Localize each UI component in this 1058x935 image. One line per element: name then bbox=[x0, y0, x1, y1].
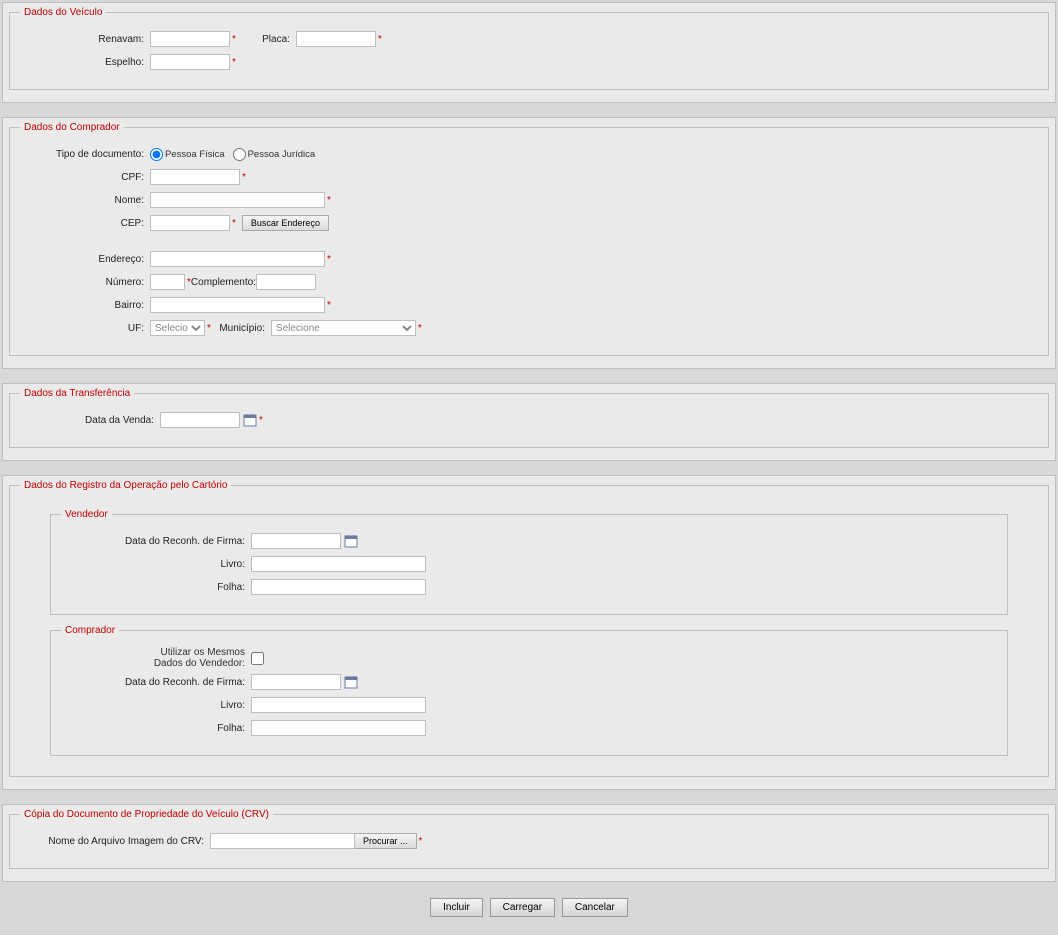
veiculo-legend: Dados do Veículo bbox=[20, 7, 106, 18]
cep-input[interactable] bbox=[150, 215, 230, 231]
nome-label: Nome: bbox=[20, 195, 150, 206]
vendedor-legend: Vendedor bbox=[61, 509, 112, 520]
bairro-input[interactable] bbox=[150, 297, 325, 313]
cep-label: CEP: bbox=[20, 218, 150, 229]
vend-livro-label: Livro: bbox=[61, 559, 251, 570]
vend-livro-input[interactable] bbox=[251, 556, 426, 572]
required-marker: * bbox=[259, 415, 263, 426]
cancelar-button[interactable]: Cancelar bbox=[562, 898, 628, 917]
bairro-label: Bairro: bbox=[20, 300, 150, 311]
complemento-label: Complemento: bbox=[191, 277, 256, 288]
transferencia-legend: Dados da Transferência bbox=[20, 388, 134, 399]
crv-arquivo-label: Nome do Arquivo Imagem do CRV: bbox=[20, 836, 210, 847]
vend-data-reconh-label: Data do Reconh. de Firma: bbox=[61, 536, 251, 547]
mesmos-dados-label: Utilizar os Mesmos Dados do Vendedor: bbox=[61, 647, 251, 669]
procurar-button[interactable]: Procurar ... bbox=[355, 833, 417, 849]
cpf-input[interactable] bbox=[150, 169, 240, 185]
pj-radio-label[interactable]: Pessoa Jurídica bbox=[233, 149, 316, 160]
uf-select[interactable]: Selecione bbox=[150, 320, 205, 336]
calendar-icon[interactable] bbox=[344, 534, 358, 548]
vend-folha-label: Folha: bbox=[61, 582, 251, 593]
comp-data-reconh-input[interactable] bbox=[251, 674, 341, 690]
incluir-button[interactable]: Incluir bbox=[430, 898, 483, 917]
calendar-icon[interactable] bbox=[344, 675, 358, 689]
espelho-label: Espelho: bbox=[20, 57, 150, 68]
cartorio-legend: Dados do Registro da Operação pelo Cartó… bbox=[20, 480, 231, 491]
required-marker: * bbox=[378, 34, 382, 45]
compradorreg-legend: Comprador bbox=[61, 625, 119, 636]
required-marker: * bbox=[419, 836, 423, 847]
espelho-input[interactable] bbox=[150, 54, 230, 70]
data-venda-input[interactable] bbox=[160, 412, 240, 428]
crv-arquivo-input[interactable] bbox=[210, 833, 355, 849]
endereco-label: Endereço: bbox=[20, 254, 150, 265]
pf-radio[interactable] bbox=[150, 148, 163, 161]
comp-livro-label: Livro: bbox=[61, 700, 251, 711]
placa-label: Placa: bbox=[236, 34, 296, 45]
pf-radio-label[interactable]: Pessoa Física bbox=[150, 149, 225, 160]
endereco-input[interactable] bbox=[150, 251, 325, 267]
municipio-label: Município: bbox=[211, 323, 271, 334]
vend-folha-input[interactable] bbox=[251, 579, 426, 595]
carregar-button[interactable]: Carregar bbox=[490, 898, 555, 917]
required-marker: * bbox=[327, 254, 331, 265]
renavam-label: Renavam: bbox=[20, 34, 150, 45]
pj-radio[interactable] bbox=[233, 148, 246, 161]
vend-data-reconh-input[interactable] bbox=[251, 533, 341, 549]
placa-input[interactable] bbox=[296, 31, 376, 47]
required-marker: * bbox=[232, 218, 236, 229]
comp-folha-label: Folha: bbox=[61, 723, 251, 734]
crv-legend: Cópia do Documento de Propriedade do Veí… bbox=[20, 809, 273, 820]
calendar-icon[interactable] bbox=[243, 413, 257, 427]
mesmos-dados-checkbox[interactable] bbox=[251, 652, 264, 665]
comp-livro-input[interactable] bbox=[251, 697, 426, 713]
buscar-endereco-button[interactable]: Buscar Endereço bbox=[242, 215, 329, 231]
uf-label: UF: bbox=[20, 323, 150, 334]
comp-data-reconh-label: Data do Reconh. de Firma: bbox=[61, 677, 251, 688]
data-venda-label: Data da Venda: bbox=[20, 415, 160, 426]
numero-label: Número: bbox=[20, 277, 150, 288]
required-marker: * bbox=[242, 172, 246, 183]
cpf-label: CPF: bbox=[20, 172, 150, 183]
required-marker: * bbox=[418, 323, 422, 334]
nome-input[interactable] bbox=[150, 192, 325, 208]
comp-folha-input[interactable] bbox=[251, 720, 426, 736]
municipio-select[interactable]: Selecione bbox=[271, 320, 416, 336]
tipodoc-label: Tipo de documento: bbox=[20, 149, 150, 160]
required-marker: * bbox=[232, 57, 236, 68]
numero-input[interactable] bbox=[150, 274, 185, 290]
renavam-input[interactable] bbox=[150, 31, 230, 47]
required-marker: * bbox=[327, 195, 331, 206]
required-marker: * bbox=[327, 300, 331, 311]
comprador-legend: Dados do Comprador bbox=[20, 122, 124, 133]
complemento-input[interactable] bbox=[256, 274, 316, 290]
